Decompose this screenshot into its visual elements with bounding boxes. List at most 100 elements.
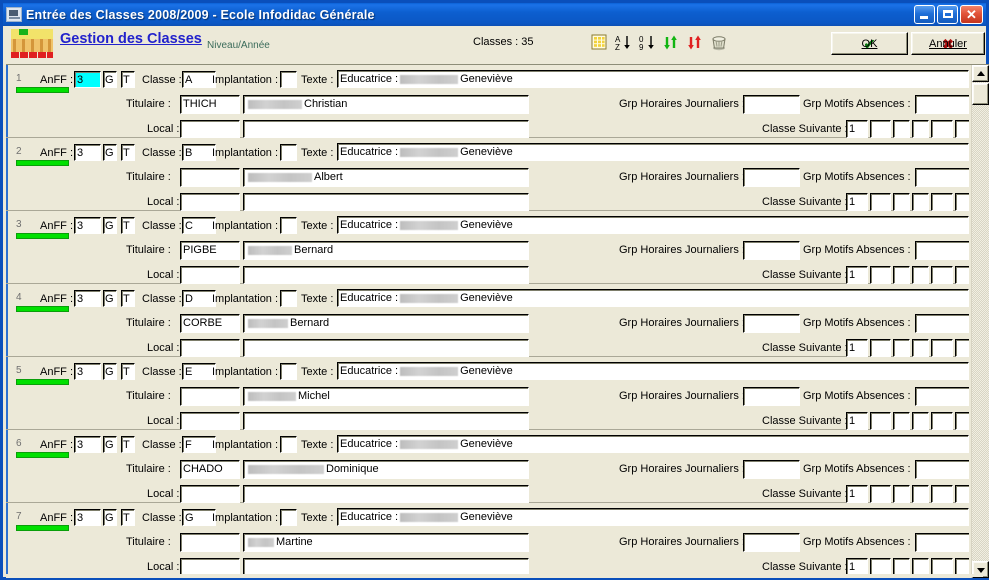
classe-suivante-input[interactable]: [931, 120, 953, 138]
classe-suivante-input[interactable]: [931, 412, 953, 430]
grp-horaires-input[interactable]: [743, 460, 800, 479]
implantation-input[interactable]: [280, 217, 297, 234]
grid-table-icon[interactable]: [591, 34, 609, 52]
grp-horaires-input[interactable]: [743, 533, 800, 552]
anff-input[interactable]: 3: [74, 436, 101, 453]
classe-input[interactable]: B: [182, 144, 216, 161]
implantation-input[interactable]: [280, 144, 297, 161]
local-code-input[interactable]: [180, 266, 240, 284]
classe-suivante-input[interactable]: [931, 266, 953, 284]
titulaire-name-input[interactable]: Bernard: [243, 314, 529, 333]
titulaire-name-input[interactable]: Albert: [243, 168, 529, 187]
classe-suivante-input[interactable]: [931, 339, 953, 357]
classe-suivante-input[interactable]: [955, 120, 969, 138]
vertical-scrollbar[interactable]: [971, 65, 989, 578]
titulaire-name-input[interactable]: Bernard: [243, 241, 529, 260]
classe-suivante-input[interactable]: 1: [846, 485, 868, 503]
classe-input[interactable]: D: [182, 290, 216, 307]
scrollbar-track[interactable]: [972, 82, 989, 561]
minimize-button[interactable]: [914, 5, 935, 24]
sort-09-icon[interactable]: 0 9: [639, 34, 657, 52]
grp-horaires-input[interactable]: [743, 168, 800, 187]
scrollbar-thumb[interactable]: [972, 83, 989, 105]
classe-suivante-input[interactable]: [912, 266, 929, 284]
classe-suivante-input[interactable]: [931, 193, 953, 211]
classe-suivante-input[interactable]: [893, 412, 910, 430]
grp-motifs-input[interactable]: [915, 168, 969, 187]
table-row[interactable]: 6 AnFF : 3 G T Classe : F Implantation :…: [6, 430, 969, 503]
classe-suivante-input[interactable]: [893, 485, 910, 503]
classe-suivante-input[interactable]: [912, 193, 929, 211]
table-row[interactable]: 2 AnFF : 3 G T Classe : B Implantation :…: [6, 138, 969, 211]
grp-motifs-input[interactable]: [915, 314, 969, 333]
ok-button[interactable]: ✔ OK: [831, 32, 908, 55]
grp-motifs-input[interactable]: [915, 460, 969, 479]
classe-suivante-input[interactable]: [893, 120, 910, 138]
grp-horaires-input[interactable]: [743, 95, 800, 114]
implantation-input[interactable]: [280, 71, 297, 88]
cancel-button[interactable]: ✖ Annuler: [911, 32, 985, 55]
table-row[interactable]: 1 AnFF : 3 G T Classe : A Implantation :…: [6, 65, 969, 138]
local-code-input[interactable]: [180, 485, 240, 503]
texte-input[interactable]: Educatrice : Geneviève: [337, 435, 969, 453]
titulaire-code-input[interactable]: [180, 168, 240, 187]
classe-input[interactable]: G: [182, 509, 216, 526]
local-code-input[interactable]: [180, 193, 240, 211]
classe-suivante-input[interactable]: [870, 485, 891, 503]
classe-suivante-input[interactable]: [893, 266, 910, 284]
titulaire-name-input[interactable]: Martine: [243, 533, 529, 552]
anff-input[interactable]: 3: [74, 509, 101, 526]
texte-input[interactable]: Educatrice : Geneviève: [337, 143, 969, 161]
classe-suivante-input[interactable]: [912, 412, 929, 430]
grp-motifs-input[interactable]: [915, 387, 969, 406]
classe-suivante-input[interactable]: [893, 193, 910, 211]
classe-suivante-input[interactable]: 1: [846, 339, 868, 357]
texte-input[interactable]: Educatrice : Geneviève: [337, 70, 969, 88]
titulaire-name-input[interactable]: Christian: [243, 95, 529, 114]
trash-icon[interactable]: [711, 34, 729, 52]
classe-input[interactable]: C: [182, 217, 216, 234]
titulaire-code-input[interactable]: CHADO: [180, 460, 240, 479]
classe-suivante-input[interactable]: [870, 120, 891, 138]
classe-suivante-input[interactable]: 1: [846, 120, 868, 138]
classe-suivante-input[interactable]: [912, 485, 929, 503]
classe-suivante-input[interactable]: [893, 339, 910, 357]
classe-input[interactable]: A: [182, 71, 216, 88]
titulaire-code-input[interactable]: PIGBE: [180, 241, 240, 260]
classe-suivante-input[interactable]: [870, 193, 891, 211]
grp-horaires-input[interactable]: [743, 387, 800, 406]
anff-input[interactable]: 3: [74, 290, 101, 307]
local-name-input[interactable]: [243, 339, 529, 357]
implantation-input[interactable]: [280, 290, 297, 307]
titulaire-code-input[interactable]: [180, 387, 240, 406]
classe-suivante-input[interactable]: [955, 485, 969, 503]
close-button[interactable]: ✕: [960, 5, 983, 24]
classe-suivante-input[interactable]: 1: [846, 193, 868, 211]
classe-suivante-input[interactable]: [955, 412, 969, 430]
classe-suivante-input[interactable]: [955, 266, 969, 284]
titulaire-code-input[interactable]: THICH: [180, 95, 240, 114]
classe-suivante-input[interactable]: [931, 485, 953, 503]
table-row[interactable]: 5 AnFF : 3 G T Classe : E Implantation :…: [6, 357, 969, 430]
texte-input[interactable]: Educatrice : Geneviève: [337, 362, 969, 380]
texte-input[interactable]: Educatrice : Geneviève: [337, 289, 969, 307]
grp-horaires-input[interactable]: [743, 241, 800, 260]
local-code-input[interactable]: [180, 120, 240, 138]
anff-input[interactable]: 3: [74, 363, 101, 380]
local-code-input[interactable]: [180, 412, 240, 430]
local-name-input[interactable]: [243, 193, 529, 211]
classe-suivante-input[interactable]: [870, 266, 891, 284]
titulaire-code-input[interactable]: CORBE: [180, 314, 240, 333]
classe-suivante-input[interactable]: [912, 120, 929, 138]
grp-horaires-input[interactable]: [743, 314, 800, 333]
classe-input[interactable]: F: [182, 436, 216, 453]
classe-suivante-input[interactable]: [955, 339, 969, 357]
anff-input[interactable]: 3: [74, 217, 101, 234]
classe-suivante-input[interactable]: [870, 412, 891, 430]
grp-motifs-input[interactable]: [915, 533, 969, 552]
maximize-button[interactable]: [937, 5, 958, 24]
texte-input[interactable]: Educatrice : Geneviève: [337, 508, 969, 526]
classe-suivante-input[interactable]: [912, 339, 929, 357]
move-up-down-green-icon[interactable]: [663, 34, 681, 52]
anff-input[interactable]: 3: [74, 71, 101, 88]
